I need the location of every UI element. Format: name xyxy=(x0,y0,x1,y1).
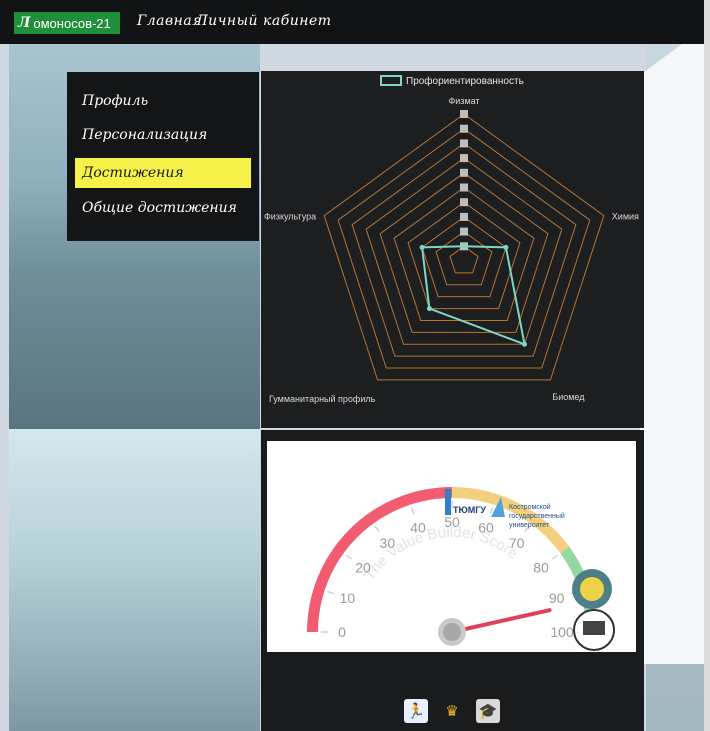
kostroma-logo-text: Костромской xyxy=(509,503,551,511)
gauge-tick-label: 70 xyxy=(509,535,525,551)
radar-tick-box xyxy=(460,198,468,207)
gauge-card: The Value Builder Score 0 10 20 30 40 50 60 70 80… xyxy=(267,441,636,652)
radar-point xyxy=(426,306,432,312)
graduation-cap-icon[interactable]: 🎓 xyxy=(476,699,500,723)
brand-logo: Л xyxy=(18,15,31,31)
radar-axis-label: Физмат xyxy=(448,96,479,106)
radar-grid-ring xyxy=(435,230,493,286)
radar-chart: Физмат Химия Биомед Гумманитарный профиль Фи… xyxy=(264,75,639,404)
kostroma-logo-text: университет xyxy=(509,522,550,529)
radar-tick-box xyxy=(460,168,468,177)
gauge-tick-label: 100 xyxy=(550,624,574,640)
nav-home[interactable]: Главная xyxy=(137,13,202,29)
tyumgu-logo-text: ТЮМГУ xyxy=(453,505,486,515)
menu-item-common-achievements[interactable]: Общие достижения xyxy=(75,193,251,223)
brand-badge[interactable]: Л омоносов-21 xyxy=(14,12,120,34)
radar-point xyxy=(461,243,467,249)
kostroma-logo-text: государственный xyxy=(509,512,565,520)
background-image xyxy=(9,429,260,731)
gauge-tick-label: 50 xyxy=(444,514,460,530)
vertical-scrollbar[interactable] xyxy=(704,0,710,731)
tyumgu-logo-icon xyxy=(445,489,451,515)
menu-item-profile[interactable]: Профиль xyxy=(75,86,251,116)
radar-tick-box xyxy=(460,110,468,118)
university-seal-building xyxy=(583,621,605,635)
gauge-tick xyxy=(374,525,380,532)
gauge-tick xyxy=(345,554,352,560)
gauge-tick xyxy=(411,507,415,515)
gauge-tick xyxy=(489,507,493,515)
menu-item-achievements[interactable]: Достижения xyxy=(75,158,251,188)
gauge-tick-label: 90 xyxy=(549,590,565,606)
gauge-tick-label: 30 xyxy=(380,535,396,551)
radar-tick-box xyxy=(460,139,468,148)
gauge-tick xyxy=(552,554,559,560)
gauge-needle xyxy=(450,608,552,634)
radar-axis-label: Химия xyxy=(612,212,639,222)
gauge-chart: The Value Builder Score 0 10 20 30 40 50 60 70 80… xyxy=(307,487,615,651)
radar-axis-label: Физкультура xyxy=(264,212,316,222)
runner-icon[interactable]: 🏃 xyxy=(404,699,428,723)
gauge-title: The Value Builder Score xyxy=(361,524,521,583)
menu-item-personalization[interactable]: Персонализация xyxy=(75,120,251,150)
gauge-hub-inner xyxy=(443,623,461,641)
gauge-tick-label: 0 xyxy=(338,624,346,640)
gauge-tick xyxy=(327,591,335,595)
radar-tick-box xyxy=(460,212,468,221)
gauge-tick-label: 20 xyxy=(355,559,371,575)
radar-chart-panel: Физмат Химия Биомед Гумманитарный профиль Фи… xyxy=(261,71,644,428)
gauge-tick-label: 80 xyxy=(533,559,549,575)
radar-grid-ring xyxy=(393,186,535,321)
radar-tick-box xyxy=(460,227,468,236)
radar-tick-box xyxy=(460,154,468,163)
radar-tick-box xyxy=(460,124,468,133)
radar-point xyxy=(419,244,425,250)
radar-tick-box xyxy=(460,183,468,192)
radar-legend-swatch xyxy=(380,75,402,86)
radar-point xyxy=(503,244,509,250)
brand-label: омоносов-21 xyxy=(33,15,111,31)
gauge-tick-label: 10 xyxy=(340,590,356,606)
radar-axis-label: Биомед xyxy=(552,392,585,402)
radar-legend-label: Профориентированность xyxy=(406,75,524,87)
gauge-tick-label: 40 xyxy=(410,519,426,535)
background-panel xyxy=(640,44,710,664)
gauge-tick-label: 60 xyxy=(478,519,494,535)
university-emblem-center xyxy=(580,577,604,601)
radar-point xyxy=(521,341,527,347)
side-menu: Профиль Персонализация Достижения Общие … xyxy=(67,72,259,241)
crown-icon[interactable]: ♛ xyxy=(440,699,464,723)
nav-cabinet[interactable]: Личный кабинет xyxy=(196,13,332,29)
radar-axis-label: Гумманитарный профиль xyxy=(269,394,376,404)
